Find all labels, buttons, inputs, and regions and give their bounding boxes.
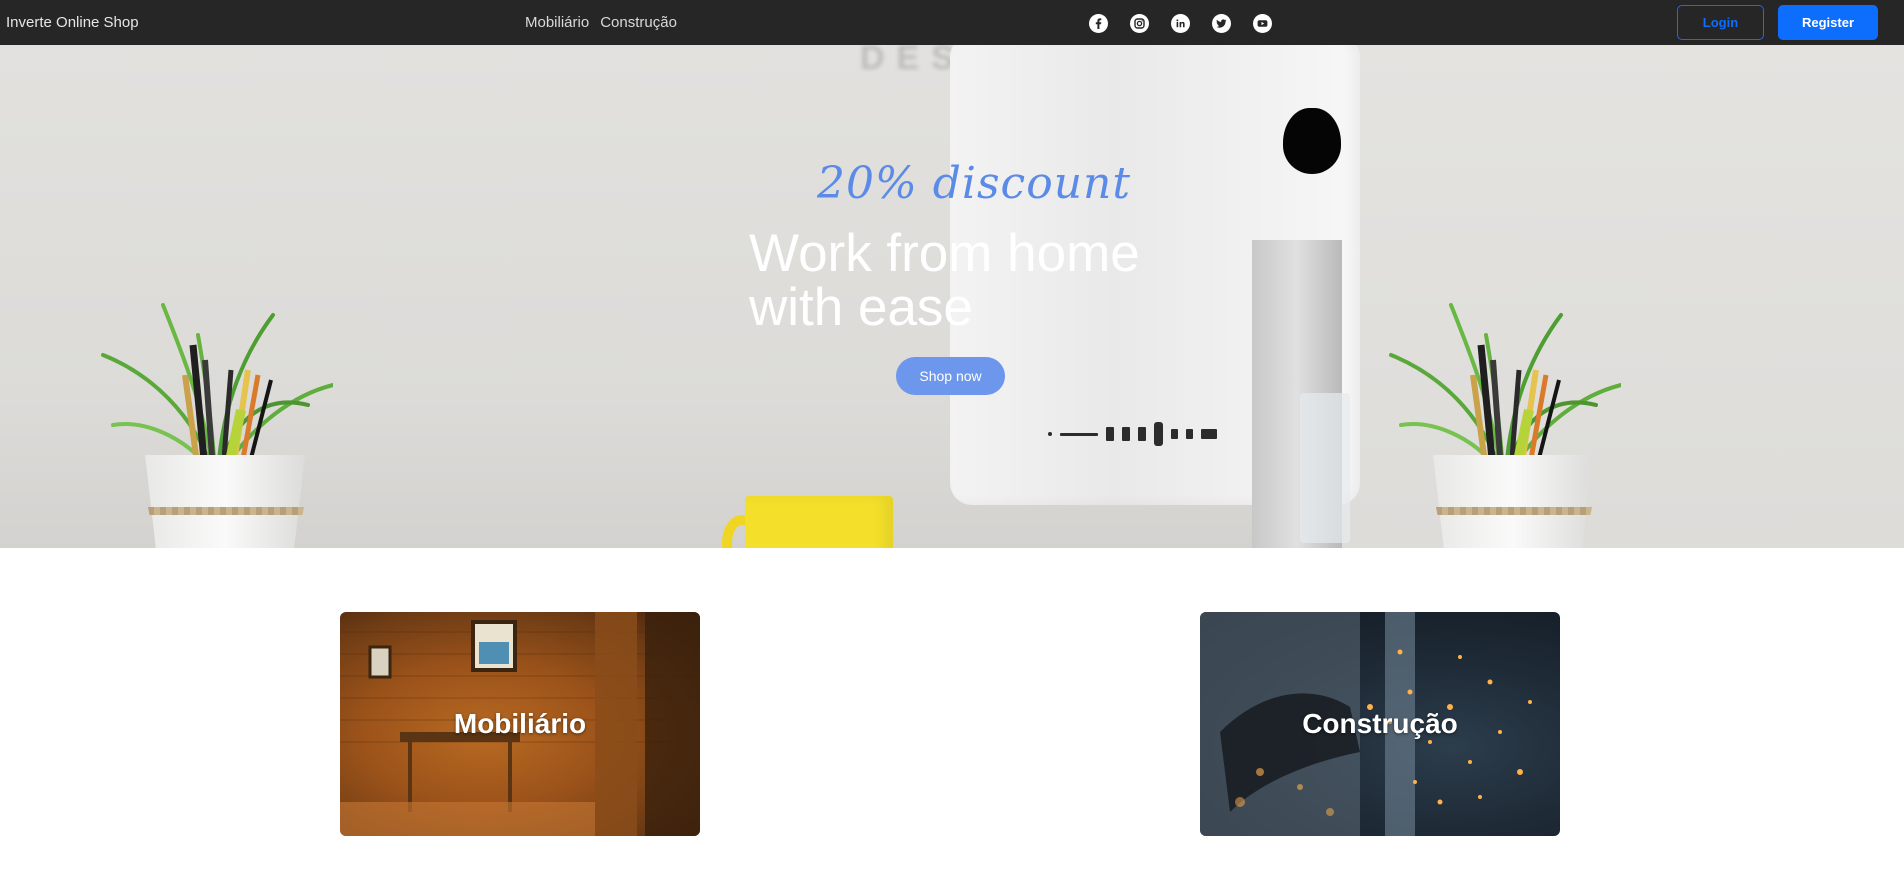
- pot-rope: [148, 507, 304, 515]
- hero-banner: DES 20% discount Work from home with eas…: [0, 45, 1904, 548]
- hero-headline-line1: Work from home: [749, 224, 1140, 283]
- monitor-ports-illustration: [1048, 422, 1217, 446]
- instagram-icon[interactable]: [1130, 14, 1149, 33]
- plant-pot-illustration-right: [1381, 245, 1621, 548]
- nav-links: Mobiliário Construção: [525, 14, 677, 31]
- category-label-construcao: Construção: [1302, 708, 1458, 739]
- nav-link-mobiliario[interactable]: Mobiliário: [525, 14, 589, 31]
- social-links: [1089, 14, 1272, 33]
- category-card-construcao[interactable]: Construção: [1200, 612, 1560, 836]
- linkedin-icon[interactable]: [1171, 14, 1190, 33]
- discount-heading: 20% discount: [0, 158, 1904, 209]
- glass-illustration: [1300, 393, 1350, 543]
- nav-link-construcao[interactable]: Construção: [600, 14, 677, 31]
- brand-link[interactable]: Inverte Online Shop: [6, 14, 139, 31]
- pot-rope: [1436, 507, 1592, 515]
- discount-text: 20% discount: [816, 158, 1132, 209]
- youtube-icon[interactable]: [1253, 14, 1272, 33]
- top-navbar: Inverte Online Shop Mobiliário Construçã…: [0, 0, 1904, 45]
- register-button[interactable]: Register: [1778, 5, 1878, 40]
- shop-now-button[interactable]: Shop now: [896, 357, 1005, 395]
- hero-headline-line2: with ease: [749, 278, 973, 337]
- plant-pot: [145, 455, 305, 548]
- plant-pot-illustration-left: [93, 245, 333, 548]
- category-card-mobiliario[interactable]: Mobiliário: [340, 612, 700, 836]
- plant-pot: [1433, 455, 1593, 548]
- hero-headline: Work from home with ease: [749, 227, 1219, 335]
- category-label-mobiliario: Mobiliário: [453, 708, 587, 739]
- twitter-icon[interactable]: [1212, 14, 1231, 33]
- yellow-mug-illustration: [745, 496, 893, 548]
- facebook-icon[interactable]: [1089, 14, 1108, 33]
- login-button[interactable]: Login: [1677, 5, 1764, 40]
